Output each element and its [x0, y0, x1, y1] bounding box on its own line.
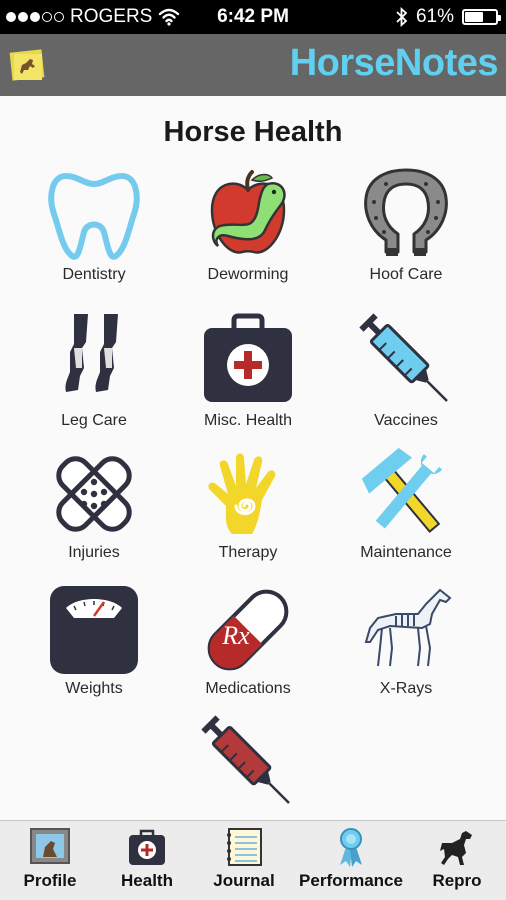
- tab-profile-label: Profile: [23, 871, 77, 890]
- therapy-tile[interactable]: Therapy: [173, 448, 323, 580]
- blood-syringe-icon: [201, 715, 290, 804]
- tab-performance-label: Performance: [299, 871, 403, 890]
- battery-icon: [462, 9, 501, 25]
- misc-health-tile[interactable]: Misc. Health: [173, 312, 323, 444]
- tab-health[interactable]: Health: [100, 821, 194, 900]
- vaccines-tile[interactable]: Vaccines: [331, 312, 481, 444]
- page-title: Horse Health: [163, 116, 343, 148]
- horse-skeleton-icon: [364, 588, 452, 667]
- x-rays-tile[interactable]: X-Rays: [331, 584, 481, 716]
- horseshoe-icon: [364, 168, 448, 256]
- tab-repro-label: Repro: [432, 871, 482, 890]
- rx-text: Rx: [221, 621, 250, 650]
- first-aid-kit-icon: [204, 313, 292, 402]
- dentistry-tile[interactable]: Dentistry: [19, 166, 169, 298]
- sticky-note-horse-icon: [9, 49, 45, 81]
- weights-label: Weights: [65, 680, 123, 697]
- signal-strength-icon: [6, 12, 64, 22]
- battery-level: [465, 12, 484, 22]
- tools-icon: [361, 448, 443, 533]
- hoof-care-label: Hoof Care: [369, 266, 443, 283]
- profile-photo-icon: [30, 828, 70, 864]
- x-rays-label: X-Rays: [379, 680, 433, 697]
- weights-tile[interactable]: Weights: [19, 584, 169, 716]
- notebook-icon: [227, 828, 262, 866]
- ribbon-award-icon: [340, 828, 362, 867]
- apple-worm-icon: [210, 170, 286, 254]
- misc-health-label: Misc. Health: [203, 412, 293, 429]
- tab-health-label: Health: [121, 871, 173, 890]
- battery-percent: 61%: [415, 6, 454, 27]
- status-bar: ROGERS 6:42 PM 61%: [0, 0, 506, 34]
- medications-label: Medications: [205, 680, 291, 697]
- blood-test-tile[interactable]: [173, 712, 323, 812]
- leg-care-label: Leg Care: [61, 412, 127, 429]
- tab-repro[interactable]: Repro: [408, 821, 506, 900]
- medical-kit-icon: [129, 829, 165, 865]
- maintenance-label: Maintenance: [360, 544, 452, 561]
- hoof-care-tile[interactable]: Hoof Care: [331, 166, 481, 298]
- bandage-icon: [56, 456, 132, 532]
- deworming-label: Deworming: [207, 266, 289, 283]
- app-header: HorseNotes: [0, 34, 506, 96]
- carrier-name: ROGERS: [70, 6, 153, 27]
- bluetooth-icon: [396, 7, 408, 27]
- therapy-label: Therapy: [218, 544, 278, 561]
- tab-performance[interactable]: Performance: [294, 821, 408, 900]
- vaccines-label: Vaccines: [374, 412, 438, 429]
- tab-journal[interactable]: Journal: [194, 821, 294, 900]
- injuries-tile[interactable]: Injuries: [19, 448, 169, 580]
- app-title: HorseNotes: [289, 42, 499, 84]
- maintenance-tile[interactable]: Maintenance: [331, 448, 481, 580]
- tab-journal-label: Journal: [213, 871, 275, 890]
- horse-legs-icon: [65, 314, 118, 392]
- tab-bar: Profile Health Journal Performance Repro: [0, 820, 506, 900]
- tooth-icon: [48, 173, 140, 260]
- status-left: ROGERS: [6, 6, 180, 28]
- injuries-label: Injuries: [68, 544, 120, 561]
- syringe-icon: [359, 313, 448, 402]
- pill-rx-icon: Rx: [207, 589, 289, 671]
- medications-tile[interactable]: Rx Medications: [173, 584, 323, 716]
- hand-spiral-icon: [208, 453, 276, 534]
- tab-profile[interactable]: Profile: [0, 821, 100, 900]
- deworming-tile[interactable]: Deworming: [173, 166, 323, 298]
- status-right: 61%: [396, 6, 501, 28]
- horse-silhouette-icon: [440, 831, 472, 865]
- scale-icon: [50, 586, 138, 674]
- wifi-icon: [159, 8, 180, 26]
- leg-care-tile[interactable]: Leg Care: [19, 312, 169, 444]
- menu-button[interactable]: [8, 46, 46, 84]
- dentistry-label: Dentistry: [62, 266, 126, 283]
